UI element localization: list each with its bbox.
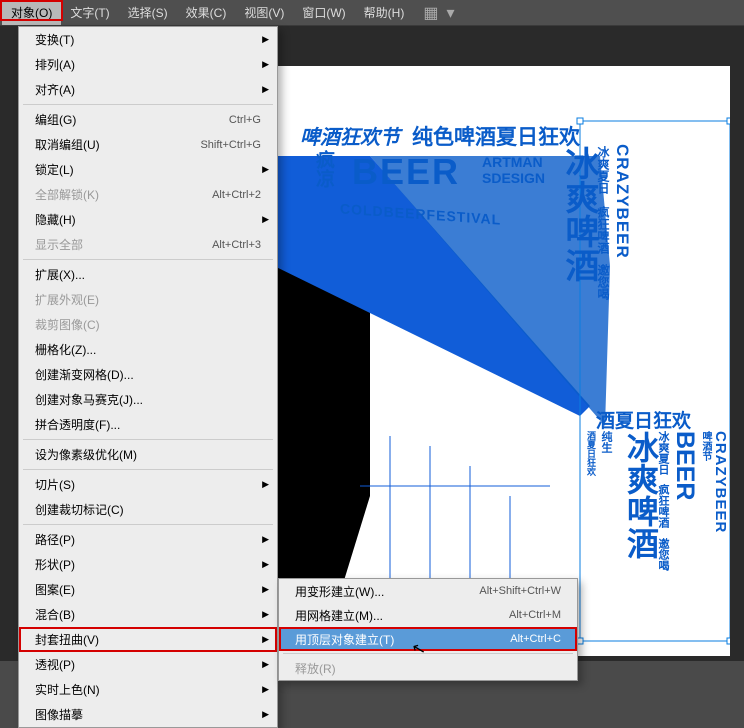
menu-row[interactable]: 创建对象马赛克(J)...: [19, 387, 277, 412]
artwork-side2b: 邀您喝: [655, 538, 671, 571]
menu-row[interactable]: 设为像素级优化(M): [19, 442, 277, 467]
artwork-side2: 疯狂啤酒: [595, 206, 612, 254]
artwork-right-title: 酒夏日狂欢: [596, 406, 691, 433]
menu-text[interactable]: 文字(T): [61, 0, 118, 25]
submenu-row[interactable]: 用顶层对象建立(T)Alt+Ctrl+C: [279, 627, 577, 651]
artwork-side3: 邀您喝: [595, 264, 612, 300]
menu-window[interactable]: 窗口(W): [293, 0, 354, 25]
menu-row: 扩展外观(E): [19, 287, 277, 312]
menu-row[interactable]: 排列(A): [19, 52, 277, 77]
menu-row[interactable]: 混合(B): [19, 602, 277, 627]
menu-effect[interactable]: 效果(C): [177, 0, 236, 25]
menu-row[interactable]: 封套扭曲(V): [19, 627, 277, 652]
menu-row[interactable]: 扩展(X)...: [19, 262, 277, 287]
artwork-side6b: BEER: [670, 431, 699, 500]
menu-row[interactable]: 透视(P): [19, 652, 277, 677]
artwork-side9: 酒夏日狂欢: [585, 431, 598, 476]
grid-icon[interactable]: ▦: [423, 3, 438, 23]
menu-row[interactable]: 图像描摹: [19, 702, 277, 727]
menu-view[interactable]: 视图(V): [235, 0, 293, 25]
object-dropdown: 变换(T)排列(A)对齐(A) 编组(G)Ctrl+G取消编组(U)Shift+C…: [18, 26, 278, 728]
submenu-row[interactable]: 用变形建立(W)...Alt+Shift+Ctrl+W: [279, 579, 577, 603]
menu-row[interactable]: 锁定(L): [19, 157, 277, 182]
artwork-side1: 冰爽夏日: [595, 146, 612, 194]
menu-row[interactable]: 创建裁切标记(C): [19, 497, 277, 522]
toolbar-extra: ▦ ▾: [423, 3, 454, 23]
menubar: 对象(O) 文字(T) 选择(S) 效果(C) 视图(V) 窗口(W) 帮助(H…: [0, 0, 744, 26]
menu-row[interactable]: 取消编组(U)Shift+Ctrl+G: [19, 132, 277, 157]
dropdown-icon[interactable]: ▾: [446, 3, 454, 23]
menu-row[interactable]: 路径(P): [19, 527, 277, 552]
submenu-row[interactable]: 用网格建立(M)...Alt+Ctrl+M: [279, 603, 577, 627]
artwork-sdesign: SDESIGN: [482, 170, 545, 186]
menu-select[interactable]: 选择(S): [119, 0, 177, 25]
menu-row[interactable]: 对齐(A): [19, 77, 277, 102]
submenu-row: 释放(R): [279, 656, 577, 680]
artwork-title: 啤酒狂欢节: [300, 121, 400, 150]
menu-row: 全部解锁(K)Alt+Ctrl+2: [19, 182, 277, 207]
menu-row[interactable]: 变换(T): [19, 27, 277, 52]
artwork-crazy2: CRAZYBEER: [712, 431, 729, 533]
menu-row[interactable]: 形状(P): [19, 552, 277, 577]
artwork-side1b: 疯狂啤酒: [655, 484, 671, 528]
menu-row[interactable]: 编组(G)Ctrl+G: [19, 107, 277, 132]
artwork-crazy: CRAZYBEER: [612, 144, 632, 259]
menu-row: 裁剪图像(C): [19, 312, 277, 337]
artwork-artman: ARTMAN: [482, 154, 543, 170]
menu-row[interactable]: 切片(S): [19, 472, 277, 497]
menu-row[interactable]: 栅格化(Z)...: [19, 337, 277, 362]
menu-row[interactable]: 隐藏(H): [19, 207, 277, 232]
menu-row: 显示全部Alt+Ctrl+3: [19, 232, 277, 257]
menu-row[interactable]: 创建渐变网格(D)...: [19, 362, 277, 387]
menu-row[interactable]: 实时上色(N): [19, 677, 277, 702]
menu-row[interactable]: 拼合透明度(F)...: [19, 412, 277, 437]
artwork-side-fengliang: 疯凉: [310, 150, 337, 188]
envelope-submenu: 用变形建立(W)...Alt+Shift+Ctrl+W用网格建立(M)...Al…: [278, 578, 578, 681]
artwork-side7b: 啤酒节: [698, 431, 713, 461]
artwork-side8: 纯生: [598, 431, 614, 453]
artwork-side0b: 冰爽夏日: [655, 431, 671, 475]
menu-row[interactable]: 图案(E): [19, 577, 277, 602]
menu-help[interactable]: 帮助(H): [355, 0, 414, 25]
artwork-beer: BEER: [352, 151, 460, 193]
